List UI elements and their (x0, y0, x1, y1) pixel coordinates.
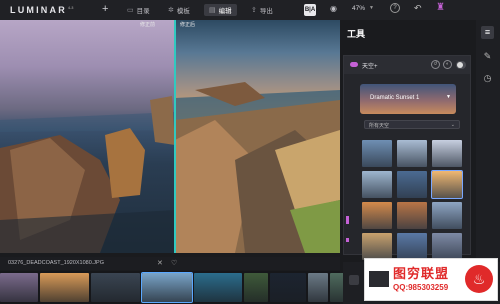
undo-icon[interactable]: ↶ (414, 3, 422, 14)
watermark-subtitle: QQ:985303259 (393, 283, 449, 292)
after-image (175, 20, 340, 253)
template-icon: ✲ (168, 7, 174, 14)
compare-divider-handle[interactable] (174, 20, 176, 253)
sky-thumbnail[interactable] (397, 202, 427, 229)
accent-marker (346, 216, 349, 224)
sky-tool-name: 天空+ (362, 64, 378, 70)
filmstrip-thumbnail[interactable] (141, 272, 193, 303)
sky-thumbnail-grid (362, 140, 463, 260)
nav-templates[interactable]: ✲ 模板 (163, 4, 195, 16)
reset-icon[interactable]: ↺ (431, 60, 440, 69)
nav-label: 导出 (259, 8, 273, 15)
app-logo: LUMINAR4.3 (10, 5, 74, 15)
file-name: 03276_DEADCOAST_1920X1080.JPG (8, 260, 105, 266)
flame-logo-icon: ♨ (465, 265, 493, 293)
filmstrip-thumbnail[interactable] (270, 273, 306, 302)
image-info-bar: 03276_DEADCOAST_1920X1080.JPG ✕ ♡ (0, 257, 340, 270)
tool-toggle[interactable] (456, 61, 466, 69)
favorite-heart-icon[interactable]: ♡ (171, 259, 177, 267)
sky-thumbnail[interactable] (362, 202, 392, 229)
chevron-down-icon: ⌄ (450, 122, 455, 128)
eye-icon[interactable]: ◉ (330, 4, 337, 13)
export-icon: ⇪ (251, 7, 257, 14)
nav-catalog[interactable]: ▭ 目录 (122, 4, 155, 16)
sky-thumbnail[interactable] (432, 202, 462, 229)
image-canvas[interactable]: 修正前 修正后 (0, 20, 340, 253)
sky-thumbnail[interactable] (397, 233, 427, 260)
sky-filter-label: 所有天空 (369, 123, 390, 129)
zoom-level[interactable]: 47% (352, 5, 365, 12)
filmstrip (0, 271, 350, 304)
chevron-down-icon[interactable]: ▼ (369, 5, 374, 11)
sky-selection-dropdown[interactable]: Dramatic Sunset 1 ▼ (360, 84, 456, 114)
visibility-icon[interactable]: ◐ (443, 60, 452, 69)
folder-icon: ▭ (127, 7, 134, 14)
help-icon[interactable]: ? (390, 3, 400, 13)
compare-button[interactable]: B|A (304, 4, 316, 16)
reject-x-icon[interactable]: ✕ (157, 259, 163, 267)
nav-label: 模板 (176, 8, 190, 15)
watermark-badge: 图穷联盟 QQ:985303259 ♨ (364, 258, 498, 301)
tools-title: 工具 (347, 29, 366, 39)
nav-edit[interactable]: ▤ 编辑 (204, 4, 237, 16)
filmstrip-thumbnail[interactable] (194, 273, 242, 302)
trophy-icon[interactable]: ♜ (436, 2, 445, 13)
sky-thumbnail[interactable] (397, 140, 427, 167)
nav-label: 目录 (136, 8, 150, 15)
tool-sidebar: ≡ ✎ ◷ (476, 20, 500, 260)
panel-footer-button[interactable] (349, 275, 359, 285)
nav-label: 编辑 (218, 8, 232, 15)
watermark-title: 图穷联盟 (393, 266, 450, 281)
sky-thumbnail[interactable] (397, 171, 427, 198)
before-label: 修正前 (140, 22, 156, 28)
filmstrip-thumbnail[interactable] (91, 273, 140, 302)
adjust-sliders-icon[interactable]: ≡ (481, 26, 494, 39)
sky-tool-panel: 天空+ ↺ ◐ Dramatic Sunset 1 ▼ 所有天空 ⌄ (343, 55, 471, 260)
sky-thumbnail[interactable] (362, 140, 392, 167)
sky-filter-select[interactable]: 所有天空 ⌄ (364, 120, 460, 129)
sky-thumbnail[interactable] (431, 170, 463, 199)
filmstrip-thumbnail[interactable] (40, 273, 89, 302)
watermark-dark-block (369, 271, 389, 287)
nav-export[interactable]: ⇪ 导出 (246, 4, 278, 16)
filmstrip-thumbnail[interactable] (0, 273, 38, 302)
brush-icon[interactable]: ✎ (481, 50, 494, 63)
after-label: 修正后 (180, 22, 196, 28)
add-photos-plus-icon[interactable]: + (102, 3, 108, 15)
sky-thumbnail[interactable] (432, 140, 462, 167)
after-landscape (175, 82, 340, 253)
sky-selection-label: Dramatic Sunset 1 (370, 95, 420, 101)
edit-icon: ▤ (209, 7, 216, 14)
top-bar: LUMINAR4.3 + ▭ 目录 ✲ 模板 ▤ 编辑 ⇪ 导出 B|A ◉ 4… (0, 0, 500, 20)
sky-thumbnail[interactable] (362, 233, 392, 260)
before-image (0, 20, 175, 253)
before-landscape (0, 96, 175, 253)
accent-marker (346, 238, 349, 242)
sky-thumbnail[interactable] (362, 171, 392, 198)
history-clock-icon[interactable]: ◷ (481, 72, 494, 85)
cloud-icon (350, 62, 358, 67)
filmstrip-thumbnail[interactable] (308, 273, 328, 302)
filmstrip-thumbnail[interactable] (244, 273, 268, 302)
sky-thumbnail[interactable] (432, 233, 462, 260)
sky-tool-header[interactable]: 天空+ ↺ ◐ (344, 56, 470, 74)
chevron-down-icon: ▼ (446, 94, 451, 100)
